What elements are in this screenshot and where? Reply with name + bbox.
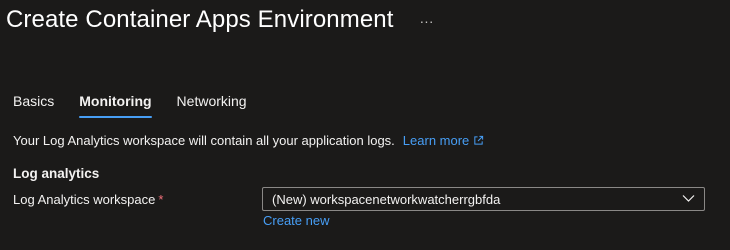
workspace-dropdown-value: (New) workspacenetworkwatcherrgbfda xyxy=(272,192,501,207)
tab-list: Basics Monitoring Networking xyxy=(13,93,247,118)
workspace-dropdown[interactable]: (New) workspacenetworkwatcherrgbfda xyxy=(262,187,705,211)
title-row: Create Container Apps Environment ··· xyxy=(6,6,434,34)
create-new-link[interactable]: Create new xyxy=(263,213,329,228)
monitoring-description: Your Log Analytics workspace will contai… xyxy=(13,133,484,148)
learn-more-label[interactable]: Learn more xyxy=(403,133,469,148)
tab-basics[interactable]: Basics xyxy=(13,93,54,117)
tab-monitoring[interactable]: Monitoring xyxy=(79,93,152,118)
required-marker: * xyxy=(158,192,164,207)
external-link-icon xyxy=(474,135,484,145)
learn-more-link[interactable]: Learn more xyxy=(403,133,484,148)
page-title: Create Container Apps Environment xyxy=(6,6,394,33)
workspace-label-text: Log Analytics workspace xyxy=(13,192,156,207)
description-text: Your Log Analytics workspace will contai… xyxy=(13,133,395,148)
create-container-apps-environment-page: Create Container Apps Environment ··· Ba… xyxy=(0,0,730,250)
tab-networking[interactable]: Networking xyxy=(177,93,247,117)
workspace-field-label: Log Analytics workspace * xyxy=(13,192,163,207)
more-options-button[interactable]: ··· xyxy=(420,13,434,29)
chevron-down-icon xyxy=(682,195,695,202)
section-heading-log-analytics: Log analytics xyxy=(13,166,100,181)
